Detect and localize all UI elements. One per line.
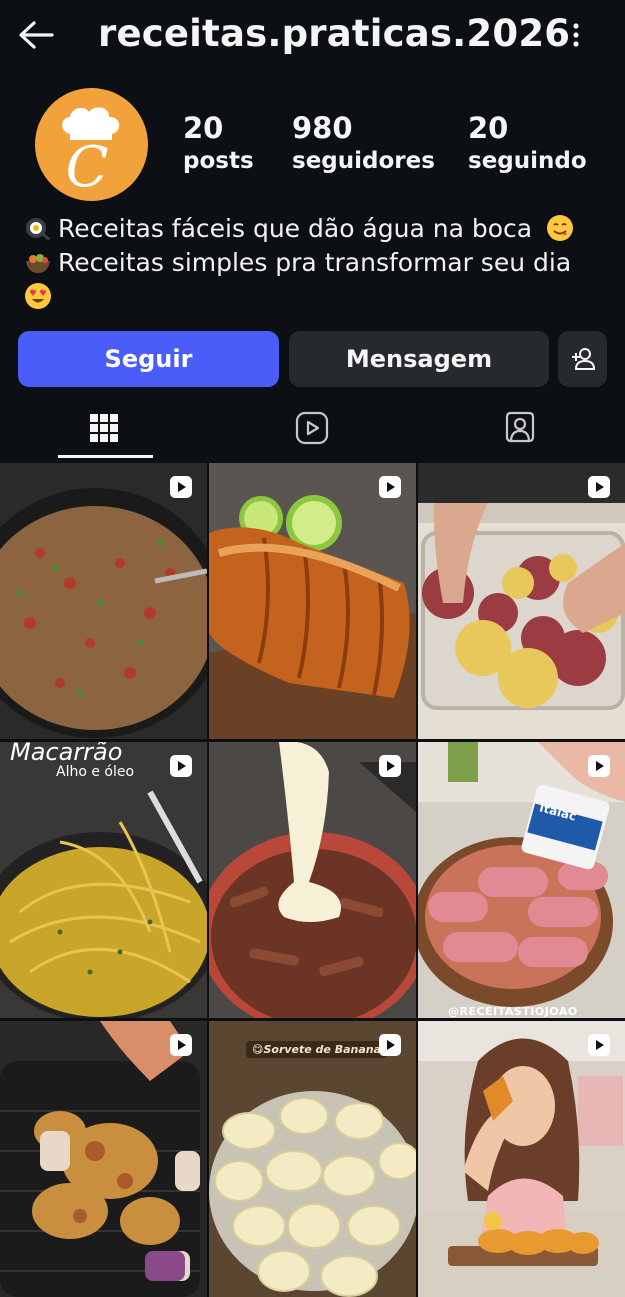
back-arrow-icon[interactable] <box>16 18 56 52</box>
profile-tabs <box>0 398 625 460</box>
bio-line-1: Receitas fáceis que dão água na boca <box>24 212 614 246</box>
tagged-icon <box>505 411 535 443</box>
profile-bio: Receitas fáceis que dão água na boca Rec… <box>24 212 614 314</box>
reel-badge-icon <box>170 1034 192 1056</box>
stat-posts-value: 20 <box>183 111 224 145</box>
posts-grid-icon <box>90 414 118 442</box>
post-4-title: Macarrão <box>10 742 123 766</box>
post-thumbnail-9[interactable] <box>418 1021 625 1297</box>
more-options-icon[interactable] <box>564 18 588 52</box>
suggested-users-button[interactable] <box>558 331 607 387</box>
avatar-letter: C <box>66 135 109 200</box>
reel-badge-icon <box>379 755 401 777</box>
reel-badge-icon <box>588 1034 610 1056</box>
post-6-watermark: @RECEITASTIOJOAO <box>448 1005 578 1018</box>
reel-badge-icon <box>379 1034 401 1056</box>
post-thumbnail-4[interactable]: Macarrão Alho e óleo <box>0 742 207 1018</box>
stat-followers-label: seguidores <box>292 148 435 174</box>
tab-reels[interactable] <box>208 398 416 458</box>
post-thumbnail-3[interactable] <box>418 463 625 739</box>
frying-pan-emoji-icon <box>26 218 51 241</box>
bio-line-1-text: Receitas fáceis que dão água na boca <box>58 214 533 243</box>
profile-username: receitas.praticas.2026 <box>98 12 571 55</box>
post-image-meatballs <box>418 463 625 739</box>
post-8-title: 😋Sorvete de Banana <box>246 1041 388 1058</box>
post-thumbnail-7[interactable] <box>0 1021 207 1297</box>
reels-icon <box>295 411 329 445</box>
post-image-sausages <box>418 742 625 1018</box>
reel-badge-icon <box>588 755 610 777</box>
tab-posts[interactable] <box>0 398 208 458</box>
yum-face-emoji-icon <box>547 215 574 241</box>
stat-following-label: seguindo <box>468 148 587 174</box>
stat-posts[interactable]: 20 posts <box>183 110 254 176</box>
post-image-rice-bacon <box>0 463 207 739</box>
stat-following[interactable]: 20 seguindo <box>468 110 587 176</box>
top-bar: receitas.praticas.2026 <box>0 0 625 70</box>
post-image-pork-roast <box>209 463 416 739</box>
post-thumbnail-8[interactable]: 😋Sorvete de Banana <box>209 1021 416 1297</box>
stat-followers[interactable]: 980 seguidores <box>292 110 435 176</box>
chef-hat-logo-icon: C <box>62 107 120 200</box>
food-bowl-emoji-icon <box>26 254 50 273</box>
message-button[interactable]: Mensagem <box>289 331 549 387</box>
tab-tagged[interactable] <box>416 398 624 458</box>
post-4-subtitle: Alho e óleo <box>56 764 135 780</box>
post-image-airfryer-chicken <box>0 1021 207 1297</box>
stat-followers-value: 980 <box>292 111 353 145</box>
reel-badge-icon <box>170 476 192 498</box>
post-thumbnail-1[interactable] <box>0 463 207 739</box>
reel-badge-icon <box>379 476 401 498</box>
post-image-pasta <box>0 742 207 1018</box>
reel-badge-icon <box>170 755 192 777</box>
post-thumbnail-5[interactable] <box>209 742 416 1018</box>
stat-following-value: 20 <box>468 111 509 145</box>
stat-posts-label: posts <box>183 148 254 174</box>
follow-button[interactable]: Seguir <box>18 331 279 387</box>
post-thumbnail-2[interactable] <box>209 463 416 739</box>
post-image-woman-eating <box>418 1021 625 1297</box>
heart-eyes-emoji-icon <box>25 283 51 309</box>
reel-badge-icon <box>588 476 610 498</box>
bio-line-2-text: Receitas simples pra transformar seu dia <box>58 248 572 277</box>
post-thumbnail-6[interactable]: Italac @RECEITASTIOJOAO <box>418 742 625 1018</box>
active-tab-indicator <box>58 455 153 458</box>
bio-line-3 <box>24 280 614 314</box>
add-person-icon <box>571 348 595 370</box>
post-image-banana-sorbet <box>209 1021 416 1297</box>
bio-line-2: Receitas simples pra transformar seu dia <box>24 246 614 280</box>
profile-avatar[interactable]: C <box>35 88 148 201</box>
post-image-beef-cheese <box>209 742 416 1018</box>
